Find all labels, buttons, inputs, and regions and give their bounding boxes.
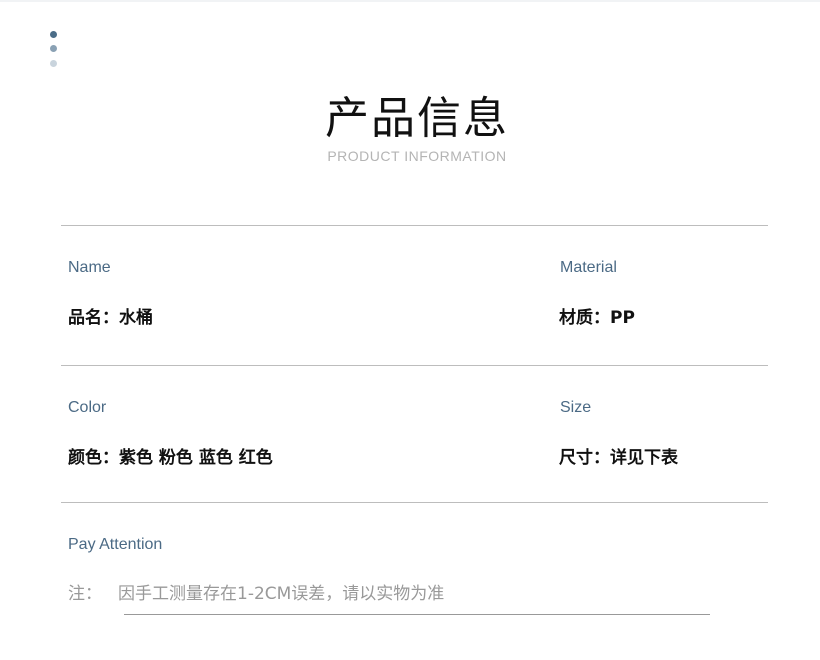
page-title: 产品信息 — [325, 93, 509, 144]
name-value: 品名：水桶 — [68, 308, 153, 328]
decor-dot-2 — [50, 45, 57, 52]
material-label: Material — [560, 259, 617, 276]
material-value: 材质：PP — [559, 308, 635, 328]
color-value: 颜色：紫色 粉色 蓝色 红色 — [68, 448, 273, 468]
name-label: Name — [68, 259, 111, 276]
attention-underline — [124, 614, 710, 615]
divider-3 — [61, 502, 768, 503]
top-border — [0, 0, 820, 2]
divider-1 — [61, 225, 768, 226]
divider-2 — [61, 365, 768, 366]
size-value: 尺寸：详见下表 — [559, 448, 678, 468]
decor-dot-1 — [50, 31, 57, 38]
size-label: Size — [560, 399, 592, 416]
decor-dot-3 — [50, 60, 57, 67]
attention-prefix: 注： — [68, 584, 102, 604]
attention-text: 因手工测量存在1-2CM误差，请以实物为准 — [118, 584, 445, 604]
color-label: Color — [68, 399, 107, 416]
attention-label: Pay Attention — [68, 536, 163, 553]
page-subtitle: PRODUCT INFORMATION — [327, 148, 507, 164]
attention-note: 注： 因手工测量存在1-2CM误差，请以实物为准 — [68, 579, 444, 604]
